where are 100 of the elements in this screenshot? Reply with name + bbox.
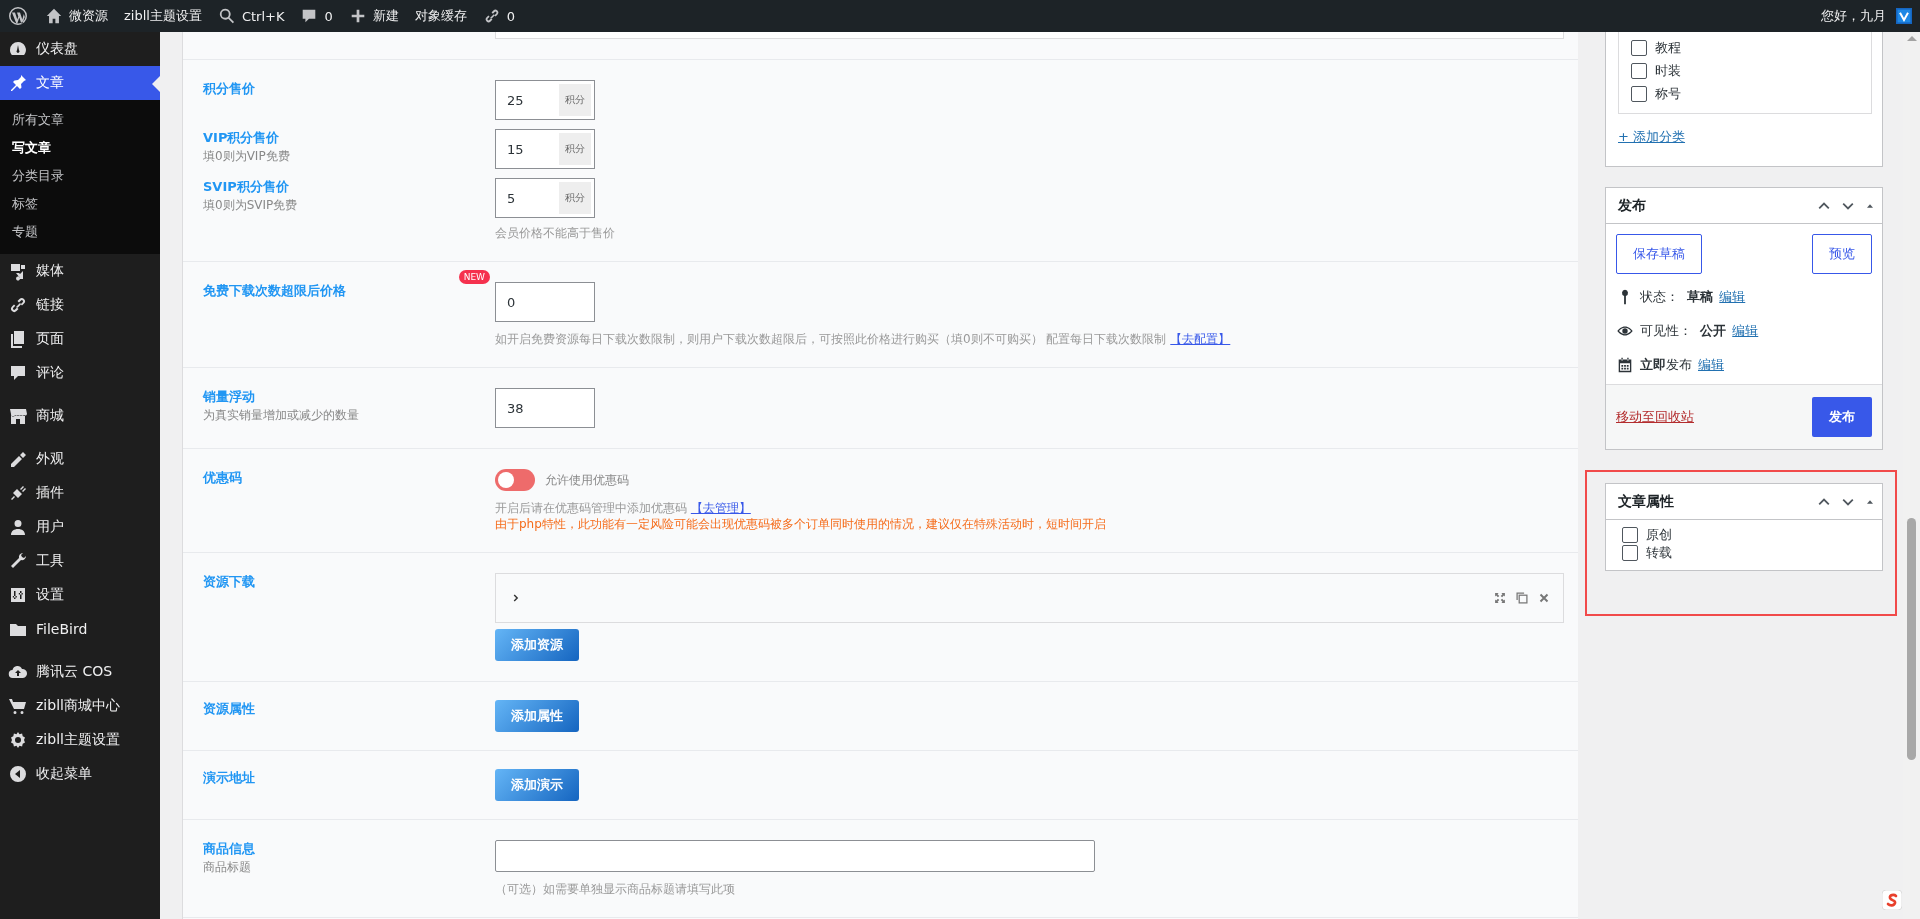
toggle-switch[interactable]	[495, 469, 535, 491]
menu-item[interactable]: 收起菜单	[0, 757, 160, 791]
add-category-link[interactable]: + 添加分类	[1618, 129, 1686, 144]
submenu-item[interactable]: 分类目录	[0, 162, 160, 190]
menu-item[interactable]: 链接	[0, 288, 160, 322]
add-button[interactable]: 添加演示	[495, 769, 579, 801]
number-field[interactable]: 5 积分	[495, 178, 595, 218]
box-title: 文章属性	[1618, 492, 1674, 511]
field-label: 演示地址	[203, 769, 256, 787]
unit-label: 积分	[559, 133, 591, 165]
copy-icon[interactable]	[1515, 591, 1529, 605]
status-text: 可见性： 公开	[1640, 322, 1727, 340]
preview-button[interactable]: 预览	[1812, 234, 1872, 274]
toolbar-link[interactable]: 新建	[340, 0, 407, 32]
checkbox[interactable]	[1622, 545, 1638, 561]
submenu-item[interactable]: 专题	[0, 218, 160, 246]
edit-link[interactable]: 编辑	[1698, 356, 1724, 374]
store-icon	[8, 406, 28, 426]
menu-item[interactable]: 外观	[0, 442, 160, 476]
help-text: 如开启免费资源每日下载次数限制，则用户下载次数超限后，可按照此价格进行购买（填0则不可购买） 配置每日下载次数限制 【去配置】	[495, 331, 1232, 347]
help-text: 会员价格不能高于售价	[495, 225, 615, 241]
add-button[interactable]: 添加属性	[495, 700, 579, 732]
help-text: （可选）如需要单独显示商品标题请填写此项	[495, 881, 736, 897]
toolbar-link[interactable]: zibll主题设置	[116, 0, 210, 32]
new-badge: NEW	[458, 270, 490, 284]
checkbox-label: 时装	[1655, 61, 1681, 80]
add-button[interactable]: 添加资源	[495, 629, 579, 661]
menu-item[interactable]: 商城	[0, 399, 160, 433]
menu-item[interactable]: 工具	[0, 544, 160, 578]
field-label: 销量浮动	[203, 388, 256, 406]
expand-icon[interactable]	[1493, 591, 1507, 605]
media-icon	[8, 261, 28, 281]
menu-item[interactable]: 仪表盘	[0, 32, 160, 66]
menu-item[interactable]: 文章	[0, 66, 160, 100]
checkbox[interactable]	[1631, 62, 1647, 79]
save-draft-button[interactable]: 保存草稿	[1616, 234, 1702, 274]
number-field[interactable]: 0	[495, 282, 595, 322]
help-link[interactable]: 【去管理】	[690, 501, 751, 515]
checkbox-label: 称号	[1655, 84, 1681, 103]
close-icon[interactable]	[1537, 591, 1551, 605]
menu-item[interactable]: 页面	[0, 322, 160, 356]
checkbox[interactable]	[1631, 39, 1647, 56]
menu-item[interactable]: 设置	[0, 578, 160, 612]
floating-app-icon[interactable]	[1882, 890, 1902, 910]
field-label: 商品信息	[203, 840, 256, 858]
field-label: SVIP积分售价	[203, 178, 290, 196]
help-link[interactable]: 【去配置】	[1170, 332, 1231, 346]
avatar-icon[interactable]	[1896, 8, 1912, 24]
pushpin-icon	[8, 73, 28, 93]
field-label: 优惠码	[203, 469, 243, 487]
number-field[interactable]: 25 积分	[495, 80, 595, 120]
toolbar-link[interactable]: Ctrl+K	[209, 0, 293, 32]
menu-item[interactable]: 评论	[0, 356, 160, 390]
menu-item[interactable]: zibll商城中心	[0, 689, 160, 723]
field-label: 积分售价	[203, 80, 256, 98]
warning-text: 由于php特性，此功能有一定风险可能会出现优惠码被多个订单同时使用的情况，建议仅在特殊活动时，短时间开启	[495, 516, 1107, 532]
submenu-item[interactable]: 标签	[0, 190, 160, 218]
menu-item[interactable]: zibll主题设置	[0, 723, 160, 757]
menu-item[interactable]: 插件	[0, 476, 160, 510]
edit-link[interactable]: 编辑	[1719, 288, 1746, 306]
speech-bubble-icon	[8, 363, 28, 383]
menu-item[interactable]: FileBird	[0, 612, 160, 646]
publish-button[interactable]: 发布	[1812, 397, 1872, 437]
toolbar-link[interactable]: 对象缓存	[406, 0, 475, 32]
number-field[interactable]: 15 积分	[495, 129, 595, 169]
link-icon	[8, 295, 28, 315]
submenu-item[interactable]: 所有文章	[0, 106, 160, 134]
field-label: 资源属性	[203, 700, 256, 718]
field-hint: 填0则为SVIP免费	[203, 197, 299, 214]
checkbox-label: 原创	[1646, 526, 1672, 544]
status-text: 状态： 草稿	[1640, 288, 1714, 306]
cart-icon	[8, 696, 28, 716]
paintbrush-icon	[8, 449, 28, 469]
field-label: 免费下载次数超限后价格	[203, 282, 347, 300]
user-icon	[8, 517, 28, 537]
toolbar-link[interactable]: 0	[292, 0, 341, 32]
menu-item[interactable]: 媒体	[0, 254, 160, 288]
checkbox-label: 转载	[1646, 544, 1672, 562]
logo-icon[interactable]	[8, 6, 28, 26]
menu-item[interactable]: 用户	[0, 510, 160, 544]
checkbox[interactable]	[1622, 527, 1638, 543]
search-icon	[217, 7, 236, 25]
greeting-link[interactable]: 您好，九月	[1813, 0, 1894, 32]
field-label: 资源下载	[203, 573, 256, 591]
field-hint: 为真实销量增加或减少的数量	[203, 407, 360, 424]
menu-item[interactable]: 腾讯云 COS	[0, 655, 160, 689]
number-field[interactable]: 38	[495, 388, 595, 428]
box-title: 发布	[1618, 196, 1646, 215]
field-label: VIP积分售价	[203, 129, 281, 147]
field-hint: 填0则为VIP免费	[203, 148, 291, 165]
edit-link[interactable]: 编辑	[1732, 322, 1759, 340]
checkbox-label: 教程	[1655, 38, 1681, 57]
submenu-item[interactable]: 写文章	[0, 134, 160, 162]
unit-label: 积分	[559, 84, 591, 116]
toolbar-link[interactable]: 微资源	[37, 0, 116, 32]
sliders-icon	[8, 585, 28, 605]
trash-link[interactable]: 移动至回收站	[1616, 408, 1694, 426]
checkbox[interactable]	[1631, 85, 1647, 102]
text-field[interactable]	[495, 840, 1095, 872]
toolbar-link[interactable]: 0	[474, 0, 524, 32]
